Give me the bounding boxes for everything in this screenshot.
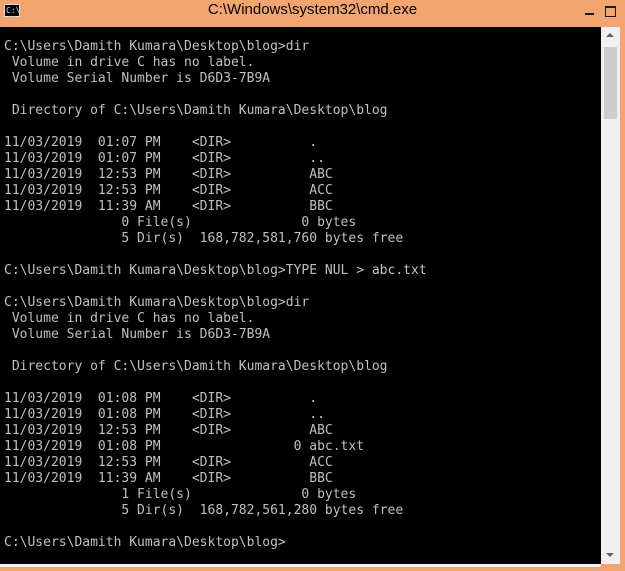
console-line: 0 File(s) 0 bytes — [4, 215, 357, 230]
maximize-icon[interactable] — [602, 0, 620, 24]
console-line: Volume in drive C has no label. — [4, 311, 255, 326]
console-line: 5 Dir(s) 168,782,581,760 bytes free — [4, 231, 404, 246]
cmd-window: C:\ C:\Windows\system32\cmd.exe C:\Users… — [0, 0, 625, 571]
console-line: 11/03/2019 11:39 AM <DIR> BBC — [4, 471, 333, 486]
scroll-up-icon[interactable] — [601, 27, 620, 45]
scroll-down-icon[interactable] — [601, 546, 620, 564]
window-title: C:\Windows\system32\cmd.exe — [207, 1, 418, 18]
console-line: 11/03/2019 12:53 PM <DIR> ACC — [4, 455, 333, 470]
window-controls — [581, 0, 621, 24]
console-line: 1 File(s) 0 bytes — [4, 487, 357, 502]
console-line: Directory of C:\Users\Damith Kumara\Desk… — [4, 103, 388, 118]
console-line: Volume in drive C has no label. — [4, 55, 255, 70]
console-line: 11/03/2019 01:08 PM <DIR> . — [4, 391, 318, 406]
vertical-scrollbar[interactable] — [601, 27, 620, 564]
console-line: 11/03/2019 12:53 PM <DIR> ABC — [4, 423, 333, 438]
console-line: 11/03/2019 01:07 PM <DIR> .. — [4, 151, 325, 166]
console-line: Volume Serial Number is D6D3-7B9A — [4, 71, 271, 86]
console-line: C:\Users\Damith Kumara\Desktop\blog>dir — [4, 295, 310, 310]
console-line: 5 Dir(s) 168,782,561,280 bytes free — [4, 503, 404, 518]
console-line: C:\Users\Damith Kumara\Desktop\blog>dir — [4, 39, 310, 54]
console-line: 11/03/2019 12:53 PM <DIR> ABC — [4, 167, 333, 182]
window-bottom-edge — [0, 564, 601, 567]
console-text: C:\Users\Damith Kumara\Desktop\blog>dir … — [0, 27, 601, 551]
scrollbar-thumb[interactable] — [604, 47, 617, 119]
console-line: 11/03/2019 01:08 PM 0 abc.txt — [4, 439, 365, 454]
title-bar[interactable]: C:\ C:\Windows\system32\cmd.exe — [0, 0, 625, 24]
console-line: Volume Serial Number is D6D3-7B9A — [4, 327, 271, 342]
console-line: C:\Users\Damith Kumara\Desktop\blog>TYPE… — [4, 263, 427, 278]
console-line: C:\Users\Damith Kumara\Desktop\blog> — [4, 535, 286, 550]
minimize-icon[interactable] — [581, 0, 599, 24]
console-line: 11/03/2019 12:53 PM <DIR> ACC — [4, 183, 333, 198]
console-output[interactable]: C:\Users\Damith Kumara\Desktop\blog>dir … — [0, 27, 601, 564]
console-line: Directory of C:\Users\Damith Kumara\Desk… — [4, 359, 388, 374]
console-line: 11/03/2019 11:39 AM <DIR> BBC — [4, 199, 333, 214]
console-line: 11/03/2019 01:08 PM <DIR> .. — [4, 407, 325, 422]
console-line: 11/03/2019 01:07 PM <DIR> . — [4, 135, 318, 150]
